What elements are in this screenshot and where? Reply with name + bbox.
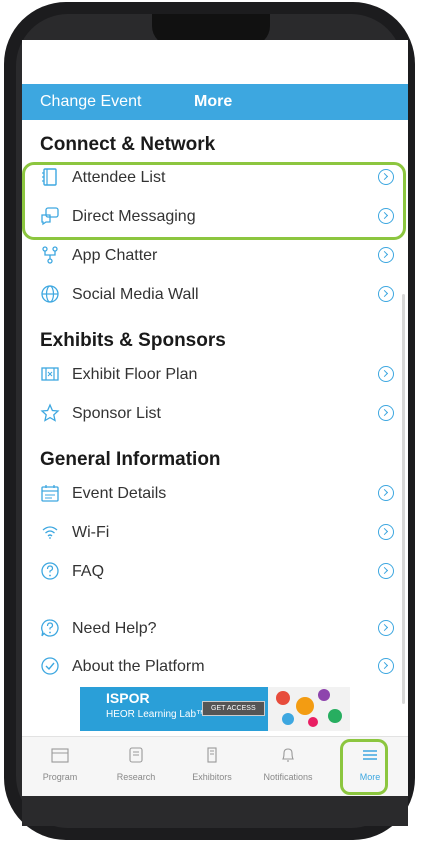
banner-brand: ISPOR: [106, 690, 150, 706]
section-title-general: General Information: [40, 449, 221, 470]
menu-item-about-platform[interactable]: About the Platform: [36, 650, 398, 684]
floor-plan-icon: [41, 367, 59, 381]
decor-dot: [318, 689, 330, 701]
menu-item-label: About the Platform: [72, 658, 205, 675]
phone-bottom-bezel: [22, 796, 408, 826]
menu-item-label: Exhibit Floor Plan: [72, 366, 198, 383]
network-icon: [42, 246, 58, 264]
tab-label: Exhibitors: [192, 772, 232, 782]
top-bar: Change Event More: [22, 84, 408, 120]
chevron-right-icon: [378, 366, 394, 382]
change-event-link[interactable]: Change Event: [40, 93, 141, 111]
scrollbar[interactable]: [402, 294, 405, 704]
menu-item-event-details[interactable]: Event Details: [36, 477, 398, 511]
tab-program[interactable]: Program: [24, 737, 96, 796]
research-icon: [129, 747, 143, 763]
wifi-icon: [42, 526, 58, 539]
tab-notifications[interactable]: Notifications: [252, 737, 324, 796]
page-title: More: [194, 93, 233, 110]
menu-item-label: Event Details: [72, 485, 167, 502]
section-title-exhibits: Exhibits & Sponsors: [40, 330, 226, 351]
tab-label: Research: [116, 772, 156, 782]
star-icon: [40, 403, 60, 422]
calendar-icon: [41, 485, 59, 502]
menu-item-label: FAQ: [72, 563, 105, 580]
menu-item-social-media-wall[interactable]: Social Media Wall: [36, 278, 398, 312]
bottom-tab-bar: Program Research Exhibitors Notification…: [22, 736, 408, 796]
chevron-right-icon: [378, 405, 394, 421]
bell-icon: [282, 748, 294, 762]
menu-item-sponsor-list[interactable]: Sponsor List: [36, 397, 398, 431]
question-icon: [41, 562, 59, 580]
section-title-connect: Connect & Network: [40, 134, 216, 155]
program-icon: [51, 748, 69, 763]
menu-item-label: Sponsor List: [72, 405, 161, 422]
help-icon: [41, 619, 59, 637]
chevron-right-icon: [378, 563, 394, 579]
tab-label: Program: [42, 772, 78, 782]
banner-graphic: [268, 687, 350, 731]
decor-dot: [328, 709, 342, 723]
menu-item-exhibit-floor-plan[interactable]: Exhibit Floor Plan: [36, 358, 398, 392]
decor-dot: [296, 697, 314, 715]
exhibitors-icon: [207, 747, 217, 763]
tab-exhibitors[interactable]: Exhibitors: [176, 737, 248, 796]
check-circle-icon: [41, 657, 59, 675]
status-area: [22, 40, 408, 84]
app-screen: Change Event More Connect & Network Atte…: [22, 84, 408, 796]
highlight-box: [340, 739, 388, 795]
decor-dot: [308, 717, 318, 727]
chevron-right-icon: [378, 485, 394, 501]
tab-label: Notifications: [263, 772, 313, 782]
decor-dot: [282, 713, 294, 725]
ispor-banner-ad[interactable]: ISPOR HEOR Learning Lab™ GET ACCESS: [80, 687, 350, 731]
chevron-right-icon: [378, 620, 394, 636]
get-access-button[interactable]: GET ACCESS: [202, 701, 265, 716]
chevron-right-icon: [378, 658, 394, 674]
chevron-right-icon: [378, 247, 394, 263]
menu-item-label: Need Help?: [72, 620, 157, 637]
globe-icon: [41, 285, 59, 303]
chevron-right-icon: [378, 286, 394, 302]
highlight-box: [22, 162, 406, 240]
menu-item-need-help[interactable]: Need Help?: [36, 612, 398, 646]
menu-item-app-chatter[interactable]: App Chatter: [36, 239, 398, 273]
menu-item-label: Wi-Fi: [72, 524, 110, 541]
menu-item-label: Social Media Wall: [72, 286, 199, 303]
chevron-right-icon: [378, 524, 394, 540]
tab-research[interactable]: Research: [100, 737, 172, 796]
menu-item-wifi[interactable]: Wi-Fi: [36, 516, 398, 550]
menu-item-label: App Chatter: [72, 247, 158, 264]
menu-item-faq[interactable]: FAQ: [36, 555, 398, 589]
decor-dot: [276, 691, 290, 705]
banner-subtitle: HEOR Learning Lab™: [106, 709, 207, 720]
